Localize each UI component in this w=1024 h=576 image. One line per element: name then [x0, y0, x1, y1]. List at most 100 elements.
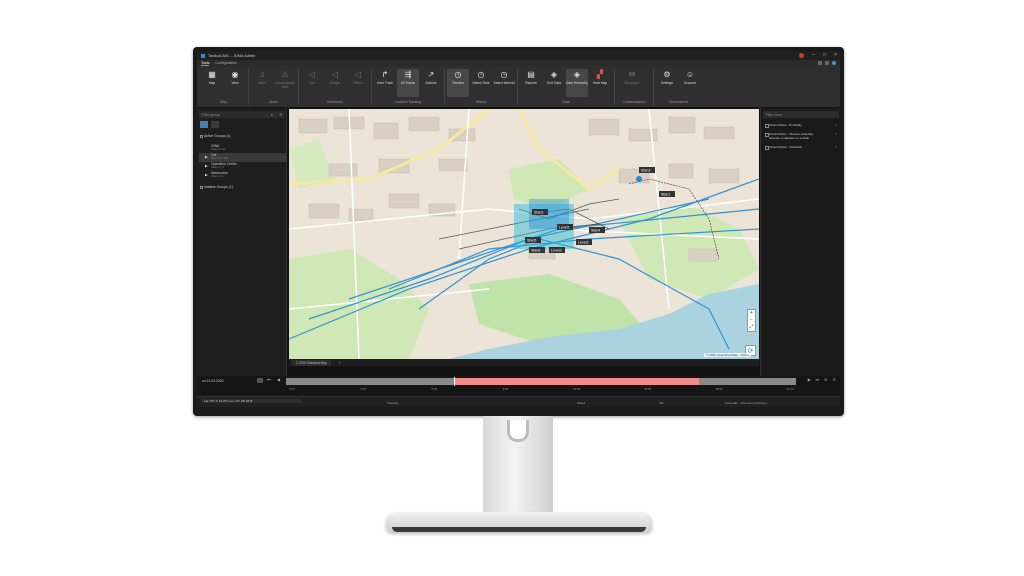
polygon-icon: ◁ — [308, 70, 316, 79]
actions-button[interactable]: ↗ Actions — [420, 69, 442, 97]
timeline-button[interactable]: ◷ Timeline — [447, 69, 469, 97]
checkbox[interactable] — [200, 135, 203, 138]
tracks-icon: ⇶ — [404, 70, 412, 79]
map-label[interactable]: Stan2 — [532, 209, 548, 215]
list-item[interactable]: Urban Patrol - Ostrav66 × — [765, 145, 837, 150]
map-label[interactable]: Stan5 — [525, 237, 541, 243]
tree-item-cat[interactable]: ▶ Cat Users 17 / 132 — [199, 153, 287, 162]
group-label-history: History — [475, 100, 487, 104]
tree-item-gina[interactable]: GINA Users 1 / 18 — [199, 144, 287, 153]
map-label[interactable]: Stan6 — [529, 247, 545, 253]
map-button[interactable]: ▦ Map — [201, 69, 223, 97]
map-label[interactable]: Level1 — [557, 224, 573, 230]
select-time-button[interactable]: ◷ Select Time — [470, 69, 492, 97]
groups-view-icon[interactable] — [200, 121, 208, 128]
separator — [614, 69, 615, 105]
map-icon: ▦ — [208, 70, 216, 79]
tab-osm-standard-map[interactable]: 1 OSM Standard Map — [292, 359, 331, 366]
group-label-geofences: Geofences — [327, 100, 343, 104]
clock-icon: ◷ — [500, 70, 508, 79]
title-bar: Tactical AVL – IDNA Admin – □ × — [197, 51, 840, 60]
close-icon[interactable]: × — [835, 145, 837, 149]
danger-button[interactable]: ◁ Danger — [324, 69, 346, 97]
previous-icon[interactable]: ⏮ — [267, 377, 271, 382]
flag-icon[interactable] — [799, 53, 805, 58]
settings-button[interactable]: ⚙ Settings — [656, 69, 678, 97]
fit-extent-icon[interactable]: ⤢ — [748, 324, 755, 331]
separator — [653, 69, 654, 105]
timeline-history-range[interactable] — [454, 378, 700, 385]
sort-data-button[interactable]: ◈ Sort Data — [543, 69, 565, 97]
filter-icon[interactable]: ≡ — [280, 112, 282, 117]
map-label[interactable]: Stan3 — [639, 167, 655, 173]
close-icon[interactable]: × — [834, 52, 837, 58]
layout-icon[interactable] — [825, 61, 829, 65]
timeline-tick-label: 0:00 — [289, 387, 295, 391]
safe-button[interactable]: ◁ Safe — [301, 69, 323, 97]
map-view[interactable]: Stan3 Stan1 Stan2 Level1 Stan4 Stan5 Lev… — [289, 109, 759, 359]
maximize-icon[interactable]: □ — [823, 52, 826, 58]
zoom-out-icon[interactable]: ⊖ — [833, 377, 836, 382]
zoom-in-button[interactable]: + — [748, 310, 755, 317]
close-icon[interactable]: × — [835, 123, 837, 127]
expand-icon[interactable]: ▶ — [205, 173, 208, 177]
expand-icon[interactable]: ▶ — [205, 164, 208, 168]
user-track-button[interactable]: ↱ User Track — [374, 69, 396, 97]
play-icon[interactable]: ▶ — [808, 377, 811, 382]
grid-icon[interactable] — [818, 61, 822, 65]
tree-item-inactive-groups[interactable]: Inactive Groups (1) — [199, 184, 287, 191]
zoom-out-button[interactable]: − — [748, 317, 755, 324]
play-back-icon[interactable]: ◀ — [277, 377, 280, 382]
zoom-in-icon[interactable]: ⊕ — [824, 377, 827, 382]
close-icon[interactable]: × — [835, 132, 837, 136]
timeline-cursor[interactable] — [454, 377, 456, 386]
user-icon: ☺ — [685, 70, 695, 79]
list-item[interactable]: Urban Patrol - Obecne materiály dovezte a… — [765, 132, 837, 140]
reports-button[interactable]: ▤ Reports — [520, 69, 542, 97]
timeline-tick-label: 3:00 — [360, 387, 366, 391]
group-filter-input[interactable]: Filter groups × ≡ — [199, 111, 285, 118]
tab-configuration[interactable]: Configuration — [215, 61, 236, 65]
messages-button[interactable]: ✉ Messages — [617, 69, 647, 97]
help-icon[interactable] — [832, 61, 836, 65]
app-logo-icon — [201, 53, 205, 58]
eye-icon: ◉ — [231, 70, 239, 79]
map-label[interactable]: Level2 — [576, 239, 592, 245]
tree-item-active-groups[interactable]: Active Groups (4) — [199, 133, 287, 140]
panel-view-toggles — [200, 121, 219, 128]
map-label[interactable]: Stan4 — [589, 227, 605, 233]
timeline-tick-label: 21:00 — [786, 387, 794, 391]
others-button[interactable]: ◁ Others — [347, 69, 369, 97]
list-item[interactable]: Urban Patrol - Prohlidky × — [765, 123, 837, 128]
status-bar: Lat: 50° 2' 13.20" Lon: 14° 26' 48.8" Tr… — [197, 396, 840, 407]
map-label[interactable]: Level3 — [549, 247, 565, 253]
expand-icon[interactable]: ▶ — [205, 155, 208, 159]
alert-button[interactable]: ♫ Alert — [251, 69, 273, 97]
timeline-date[interactable]: so 21.03.2020 — [202, 379, 224, 383]
status-count: 0/0 — [659, 400, 664, 405]
add-map-tab-button[interactable]: + — [339, 361, 341, 365]
tree-item-nemocnice[interactable]: ▶ Nemocnice Users 1 / 1 — [199, 171, 287, 180]
checkbox[interactable] — [200, 186, 203, 189]
timeline-bar: so 21.03.2020 ⏮ ◀ 0:00 3:00 6:00 9:00 12:00 1… — [197, 376, 840, 396]
select-interval-button[interactable]: ◷ Select Interval — [493, 69, 515, 97]
next-icon[interactable]: ⏭ — [816, 377, 820, 382]
acknowledge-alert-button[interactable]: ⚠ Acknowledge Alert — [274, 69, 296, 97]
all-tracks-button[interactable]: ⇶ All Tracks — [397, 69, 419, 97]
account-button[interactable]: ☺ Account — [679, 69, 701, 97]
users-view-icon[interactable] — [211, 121, 219, 128]
minimize-icon[interactable]: – — [812, 52, 815, 58]
user-filter-input[interactable]: Filter users — [763, 111, 839, 118]
camera-icon[interactable] — [257, 378, 263, 383]
cable-hole — [507, 420, 529, 442]
tab-tools[interactable]: Tools — [201, 61, 210, 66]
heat-map-button[interactable]: ▞ Heat Map — [589, 69, 611, 97]
data-hierarchy-button[interactable]: ◈ Data Hierarchy — [566, 69, 588, 97]
map-canvas[interactable]: Stan3 Stan1 Stan2 Level1 Stan4 Stan5 Lev… — [289, 109, 759, 359]
tree-item-operation-center[interactable]: ▶ Operation Center Users 1 / 3 — [199, 162, 287, 171]
map-label[interactable]: Stan1 — [659, 191, 675, 197]
status-tracked: Tracked — [387, 400, 399, 405]
svg-text:Level2: Level2 — [578, 241, 589, 245]
view-button[interactable]: ◉ View — [224, 69, 246, 97]
clear-icon[interactable]: × — [271, 112, 273, 117]
